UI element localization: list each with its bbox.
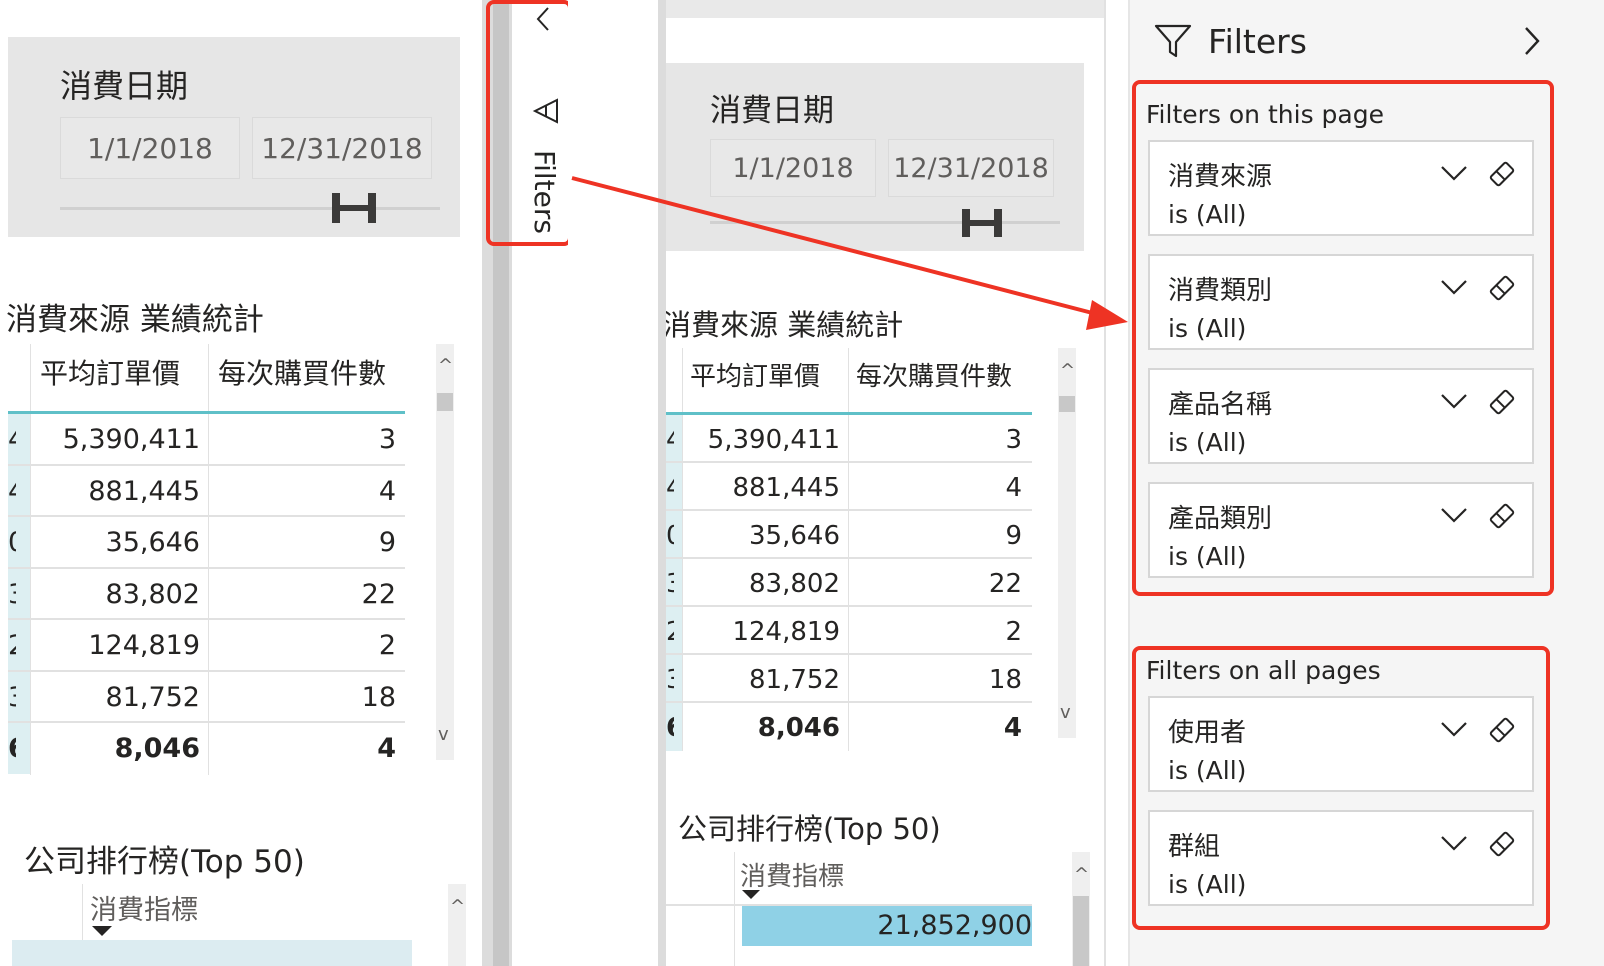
filter-pane-icon xyxy=(1154,24,1192,58)
all-filters-highlight xyxy=(1132,646,1550,930)
chevron-right-icon[interactable] xyxy=(1522,26,1542,56)
page-filters-highlight xyxy=(1132,80,1554,596)
filter-pane-title: Filters xyxy=(1208,22,1307,61)
